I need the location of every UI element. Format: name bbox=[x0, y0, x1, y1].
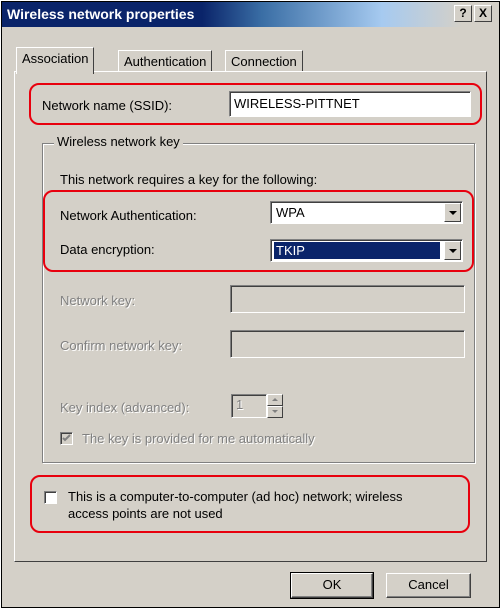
checkmark-icon bbox=[62, 434, 71, 442]
tab-label: Association bbox=[22, 51, 89, 66]
confirm-key-input[interactable] bbox=[230, 330, 465, 358]
cancel-button[interactable]: Cancel bbox=[386, 573, 471, 598]
close-icon: X bbox=[478, 6, 487, 20]
network-auth-dropdown-button[interactable] bbox=[444, 203, 461, 222]
wireless-properties-dialog: Wireless network properties ? X Associat… bbox=[1, 1, 500, 608]
arrow-down-icon bbox=[272, 410, 278, 413]
encryption-select[interactable]: TKIP bbox=[270, 239, 463, 262]
tab-label: Connection bbox=[231, 54, 297, 69]
ssid-label: Network name (SSID): bbox=[42, 98, 173, 113]
network-auth-value: WPA bbox=[276, 205, 305, 220]
wireless-key-group-title: Wireless network key bbox=[54, 134, 183, 149]
title-bar[interactable]: Wireless network properties ? X bbox=[2, 2, 499, 27]
encryption-dropdown-button[interactable] bbox=[444, 241, 461, 260]
chevron-down-icon bbox=[449, 211, 457, 215]
key-index-spinner[interactable]: 1 bbox=[231, 394, 283, 418]
network-key-label: Network key: bbox=[60, 293, 136, 308]
key-index-label: Key index (advanced): bbox=[60, 400, 190, 415]
tab-authentication[interactable]: Authentication bbox=[118, 50, 213, 71]
help-icon: ? bbox=[459, 6, 467, 20]
arrow-up-icon bbox=[272, 398, 278, 401]
spin-up-button[interactable] bbox=[267, 394, 283, 406]
network-auth-label: Network Authentication: bbox=[60, 208, 197, 223]
auto-key-checkbox[interactable] bbox=[60, 432, 73, 445]
close-button[interactable]: X bbox=[474, 5, 492, 22]
tab-connection[interactable]: Connection bbox=[225, 50, 303, 71]
tab-label: Authentication bbox=[124, 54, 207, 69]
confirm-key-label: Confirm network key: bbox=[60, 338, 183, 353]
encryption-label: Data encryption: bbox=[60, 242, 155, 257]
ok-button[interactable]: OK bbox=[290, 572, 374, 599]
tab-association[interactable]: Association bbox=[16, 47, 95, 74]
ssid-input[interactable]: WIRELESS-PITTNET bbox=[229, 91, 471, 117]
network-key-input[interactable] bbox=[230, 285, 465, 313]
window-title: Wireless network properties bbox=[7, 6, 195, 22]
key-index-input[interactable]: 1 bbox=[231, 394, 267, 418]
adhoc-label-line1: This is a computer-to-computer (ad hoc) … bbox=[68, 489, 403, 504]
spin-down-button[interactable] bbox=[267, 406, 283, 418]
auto-key-label: The key is provided for me automatically bbox=[82, 431, 315, 446]
requires-key-text: This network requires a key for the foll… bbox=[60, 172, 318, 187]
chevron-down-icon bbox=[449, 249, 457, 253]
encryption-value: TKIP bbox=[274, 242, 440, 259]
help-button[interactable]: ? bbox=[454, 5, 472, 22]
adhoc-checkbox[interactable] bbox=[44, 491, 57, 504]
network-auth-select[interactable]: WPA bbox=[270, 201, 463, 224]
adhoc-label-line2: access points are not used bbox=[68, 506, 223, 521]
